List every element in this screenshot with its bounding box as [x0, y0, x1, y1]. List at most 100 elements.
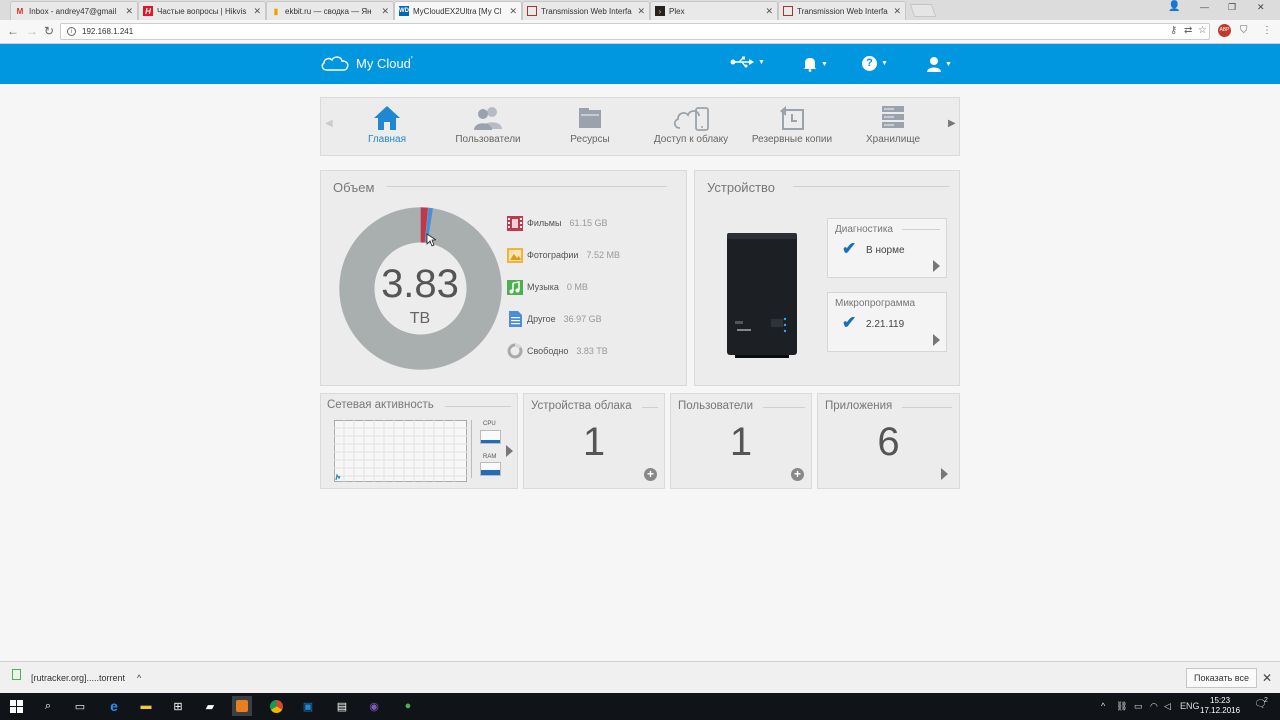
edge-icon[interactable]: e	[104, 696, 124, 716]
chevron-up-icon[interactable]: ^	[137, 673, 141, 683]
legend-item-movies[interactable]: Фильмы 61.15 GB	[507, 215, 608, 231]
browser-tab[interactable]: › Plex ✕	[650, 1, 778, 20]
app-logo[interactable]: My Cloud '	[320, 54, 413, 72]
star-icon[interactable]: ☆	[1198, 25, 1207, 36]
new-tab-button[interactable]	[909, 4, 937, 17]
forward-icon[interactable]: →	[26, 24, 38, 38]
legend-value: 7.52 MB	[586, 250, 620, 260]
app-icon[interactable]: ▰	[200, 696, 220, 716]
chevron-right-icon[interactable]	[933, 334, 940, 346]
adblock-icon[interactable]: ABP	[1218, 24, 1231, 37]
nav-item-shares[interactable]: Ресурсы	[540, 102, 640, 145]
browser-tab-strip: M Inbox - andrey47@gmail ✕ H Частые вопр…	[0, 0, 1280, 20]
network-tray-icon[interactable]: ⛓	[1116, 701, 1127, 712]
help-menu[interactable]: ? ▼	[862, 56, 888, 71]
browser-tab-active[interactable]: WD MyCloudEX2Ultra [My Cl ✕	[394, 1, 522, 20]
diagnostics-card[interactable]: Диагностика ✔ В норме	[827, 218, 947, 278]
reload-icon[interactable]: ↻	[44, 24, 54, 38]
divider	[902, 407, 952, 408]
browser-tab[interactable]: Transmission Web Interfa ✕	[522, 1, 650, 20]
nav-item-cloud-access[interactable]: Доступ к облаку	[641, 102, 741, 145]
nav-prev-icon[interactable]: ◀	[325, 118, 333, 129]
cloud-devices-title: Устройства облака	[531, 400, 632, 412]
utorrent-icon[interactable]: ●	[398, 696, 418, 716]
address-bar[interactable]: i 192.168.1.241	[60, 23, 1210, 40]
network-title: Сетевая активность	[327, 399, 434, 411]
close-window-icon[interactable]: ✕	[1257, 2, 1265, 13]
usb-menu[interactable]: ▼	[730, 56, 765, 68]
divider	[471, 420, 472, 478]
viber-icon[interactable]: ◉	[364, 696, 384, 716]
close-icon[interactable]: ✕	[765, 6, 773, 17]
legend-item-other[interactable]: Другое 36.97 GB	[507, 311, 602, 327]
minimize-icon[interactable]: —	[1200, 2, 1209, 12]
close-icon[interactable]: ✕	[253, 6, 261, 17]
legend-item-music[interactable]: Музыка 0 MB	[507, 279, 588, 295]
menu-icon[interactable]: ⋮	[1262, 25, 1272, 36]
media-icon[interactable]: ▤	[332, 696, 352, 716]
close-icon[interactable]: ✕	[637, 6, 645, 17]
chrome-icon[interactable]	[266, 696, 286, 716]
search-icon[interactable]: ⌕	[38, 696, 58, 716]
chevron-right-icon[interactable]	[506, 445, 513, 457]
nav-next-icon[interactable]: ▶	[948, 118, 956, 129]
close-icon[interactable]: ✕	[381, 6, 389, 17]
back-icon[interactable]: ←	[7, 24, 19, 38]
users-panel[interactable]: Пользователи 1 +	[670, 393, 812, 489]
browser-tab[interactable]: Transmission Web Interfa ✕	[778, 1, 906, 20]
shield-icon[interactable]: ⛉	[1240, 25, 1248, 36]
browser-tab[interactable]: H Частые вопросы | Hikvis ✕	[138, 1, 266, 20]
store-icon[interactable]: ⊞	[168, 696, 188, 716]
network-activity-panel[interactable]: Сетевая активность CPU RAM	[320, 393, 518, 489]
windows-start-icon[interactable]	[6, 696, 26, 716]
restore-icon[interactable]: ❐	[1228, 2, 1236, 13]
user-menu[interactable]: ▼	[927, 56, 952, 72]
legend-item-free[interactable]: Свободно 3.83 TB	[507, 343, 608, 359]
language-indicator[interactable]: ENG	[1180, 701, 1200, 711]
user-profile-icon[interactable]: 👤	[1168, 1, 1180, 12]
task-view-icon[interactable]: ▭	[70, 696, 90, 716]
nav-item-home[interactable]: Главная	[337, 102, 437, 145]
apps-panel[interactable]: Приложения 6	[817, 393, 960, 489]
chevron-right-icon[interactable]	[933, 260, 940, 272]
legend-item-photos[interactable]: Фотографии 7.52 MB	[507, 247, 620, 263]
url-text: 192.168.1.241	[82, 27, 134, 36]
clock[interactable]: 15:23 17.12.2016	[1200, 696, 1240, 716]
add-icon[interactable]: +	[791, 468, 804, 481]
translate-icon[interactable]: ⇄	[1184, 25, 1192, 36]
cloud-devices-panel[interactable]: Устройства облака 1 +	[523, 393, 665, 489]
add-icon[interactable]: +	[644, 468, 657, 481]
divider	[387, 186, 667, 187]
browser-tab[interactable]: ▮ ekbit.ru — сводка — Ян ✕	[266, 1, 394, 20]
firmware-title: Микропрограмма	[835, 298, 916, 309]
notifications-menu[interactable]: ▼	[803, 56, 828, 72]
download-item[interactable]: [rutracker.org].....torrent ^	[12, 668, 141, 683]
usb-icon	[730, 56, 754, 68]
wifi-icon[interactable]: ◠	[1150, 701, 1158, 712]
firmware-card[interactable]: Микропрограмма ✔ 2.21.119	[827, 292, 947, 352]
cpu-meter	[480, 430, 501, 444]
file-explorer-icon[interactable]: ▬	[136, 696, 156, 716]
chevron-up-icon[interactable]: ^	[1101, 701, 1105, 711]
chevron-right-icon[interactable]	[941, 468, 948, 480]
nav-item-backups[interactable]: Резервные копии	[742, 102, 842, 145]
browser-tab[interactable]: M Inbox - andrey47@gmail ✕	[10, 1, 138, 20]
app-blue-icon[interactable]: ▣	[298, 696, 318, 716]
nav-item-storage[interactable]: Хранилище	[843, 102, 943, 145]
show-all-button[interactable]: Показать все	[1186, 668, 1257, 688]
users-title: Пользователи	[678, 400, 754, 412]
volume-icon[interactable]: ◁	[1164, 701, 1171, 712]
key-icon[interactable]: ⚷	[1170, 25, 1177, 36]
close-icon[interactable]: ✕	[893, 6, 901, 17]
cloud-devices-count: 1	[582, 420, 606, 464]
music-icon	[507, 279, 523, 295]
close-icon[interactable]: ✕	[1262, 671, 1272, 685]
close-icon[interactable]: ✕	[125, 6, 133, 17]
info-icon[interactable]: i	[67, 27, 76, 36]
nas-device-image[interactable]	[725, 231, 799, 359]
close-icon[interactable]: ✕	[509, 6, 517, 17]
tray-app-icon[interactable]: ▭	[1134, 701, 1143, 712]
nav-item-users[interactable]: Пользователи	[438, 102, 538, 145]
app-active-icon[interactable]	[232, 696, 252, 716]
home-icon	[374, 106, 400, 130]
